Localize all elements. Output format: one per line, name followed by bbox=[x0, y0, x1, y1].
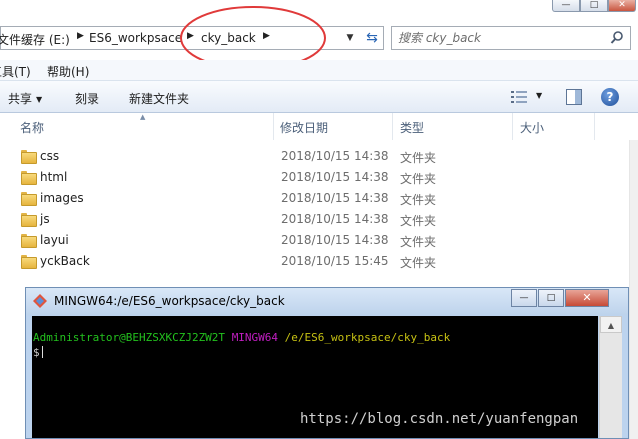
terminal-scrollbar[interactable]: ▲ bbox=[599, 316, 622, 438]
file-modified: 2018/10/15 14:38 bbox=[281, 191, 389, 205]
terminal-titlebar[interactable]: MINGW64:/e/ES6_workpsace/cky_back — □ ✕ bbox=[26, 288, 628, 315]
close-button[interactable]: ✕ bbox=[608, 0, 636, 12]
file-name: css bbox=[40, 149, 60, 163]
help-icon[interactable]: ? bbox=[601, 88, 619, 106]
column-header-type[interactable]: 类型 bbox=[400, 119, 424, 136]
sort-ascending-icon: ▲ bbox=[140, 113, 146, 121]
share-dropdown-icon: ▼ bbox=[36, 95, 43, 104]
preview-pane-icon[interactable] bbox=[566, 89, 582, 105]
input-line[interactable]: $ bbox=[33, 346, 43, 359]
address-history-dropdown-icon[interactable]: ▼ bbox=[341, 26, 359, 50]
terminal-minimize-button[interactable]: — bbox=[511, 289, 537, 307]
breadcrumb-separator-icon[interactable]: ▶ bbox=[77, 31, 84, 41]
explorer-scrollbar[interactable] bbox=[629, 140, 638, 439]
folder-icon bbox=[21, 192, 37, 206]
folder-icon bbox=[21, 213, 37, 227]
burn-button[interactable]: 刻录 bbox=[75, 90, 99, 107]
column-header-name[interactable]: 名称 bbox=[20, 119, 44, 136]
window-controls: — □ ✕ bbox=[552, 0, 636, 12]
file-type: 文件夹 bbox=[400, 172, 437, 186]
file-name: layui bbox=[40, 233, 69, 247]
file-name: yckBack bbox=[40, 254, 90, 268]
command-bar: 共享 ▼ 刻录 新建文件夹 ▼ ? bbox=[0, 80, 638, 113]
search-box[interactable] bbox=[391, 26, 631, 50]
breadcrumb-separator-icon[interactable]: ▶ bbox=[263, 31, 270, 41]
view-dropdown-icon[interactable]: ▼ bbox=[536, 91, 542, 100]
prompt-user: Administrator@BEHZSXKCZJ2ZW2T bbox=[33, 331, 226, 344]
column-header-modified[interactable]: 修改日期 bbox=[280, 119, 328, 136]
column-divider[interactable] bbox=[512, 113, 513, 140]
menu-help[interactable]: 帮助(H) bbox=[47, 63, 89, 80]
file-name: html bbox=[40, 170, 68, 184]
file-modified: 2018/10/15 15:45 bbox=[281, 254, 389, 268]
file-row[interactable]: html 2018/10/15 14:38 文件夹 bbox=[0, 167, 638, 188]
prompt-path: /e/ES6_workpsace/cky_back bbox=[284, 331, 451, 344]
file-row[interactable]: yckBack 2018/10/15 15:45 文件夹 bbox=[0, 251, 638, 272]
prompt-env: MINGW64 bbox=[231, 331, 279, 344]
file-type: 文件夹 bbox=[400, 256, 437, 270]
file-name: js bbox=[40, 212, 50, 226]
breadcrumb-separator-icon[interactable]: ▶ bbox=[187, 31, 194, 41]
new-folder-button[interactable]: 新建文件夹 bbox=[129, 90, 189, 107]
terminal-title: MINGW64:/e/ES6_workpsace/cky_back bbox=[54, 294, 285, 308]
input-prompt: $ bbox=[33, 346, 40, 359]
file-type: 文件夹 bbox=[400, 235, 437, 249]
watermark: https://blog.csdn.net/yuanfengpan bbox=[300, 411, 579, 427]
minimize-button[interactable]: — bbox=[552, 0, 580, 12]
refresh-icon[interactable]: ⇆ bbox=[361, 27, 383, 49]
breadcrumb-drive[interactable]: 文件缓存 (E:) bbox=[0, 31, 70, 48]
file-modified: 2018/10/15 14:38 bbox=[281, 149, 389, 163]
view-options-icon[interactable] bbox=[511, 90, 527, 104]
column-header-size[interactable]: 大小 bbox=[520, 119, 544, 136]
file-modified: 2018/10/15 14:38 bbox=[281, 233, 389, 247]
search-icon[interactable] bbox=[609, 30, 625, 46]
terminal-maximize-button[interactable]: □ bbox=[538, 289, 564, 307]
maximize-button[interactable]: □ bbox=[580, 0, 608, 12]
file-modified: 2018/10/15 14:38 bbox=[281, 170, 389, 184]
menu-tools[interactable]: 工具(T) bbox=[0, 63, 31, 80]
column-divider[interactable] bbox=[392, 113, 393, 140]
scroll-up-icon[interactable]: ▲ bbox=[600, 316, 622, 333]
git-bash-icon bbox=[33, 294, 47, 308]
file-row[interactable]: images 2018/10/15 14:38 文件夹 bbox=[0, 188, 638, 209]
menu-bar: 工具(T) 帮助(H) bbox=[0, 60, 638, 80]
folder-icon bbox=[21, 234, 37, 248]
prompt-line: Administrator@BEHZSXKCZJ2ZW2T MINGW64 /e… bbox=[33, 331, 450, 344]
address-bar[interactable]: 文件缓存 (E:) ▶ ES6_workpsace ▶ cky_back ▶ bbox=[0, 26, 384, 50]
terminal-close-button[interactable]: ✕ bbox=[565, 289, 609, 307]
folder-icon bbox=[21, 255, 37, 269]
breadcrumb-workspace[interactable]: ES6_workpsace bbox=[89, 31, 182, 45]
text-cursor bbox=[41, 346, 43, 358]
file-type: 文件夹 bbox=[400, 193, 437, 207]
file-modified: 2018/10/15 14:38 bbox=[281, 212, 389, 226]
column-divider[interactable] bbox=[273, 113, 274, 140]
breadcrumb-current-folder[interactable]: cky_back bbox=[201, 31, 256, 45]
column-divider[interactable] bbox=[594, 113, 595, 140]
file-row[interactable]: css 2018/10/15 14:38 文件夹 bbox=[0, 146, 638, 167]
file-type: 文件夹 bbox=[400, 214, 437, 228]
file-row[interactable]: js 2018/10/15 14:38 文件夹 bbox=[0, 209, 638, 230]
folder-icon bbox=[21, 150, 37, 164]
share-button[interactable]: 共享 ▼ bbox=[8, 90, 42, 107]
search-input[interactable] bbox=[398, 30, 603, 46]
file-name: images bbox=[40, 191, 84, 205]
folder-icon bbox=[21, 171, 37, 185]
share-label: 共享 bbox=[8, 92, 33, 106]
column-headers: ▲ 名称 修改日期 类型 大小 bbox=[0, 113, 638, 140]
file-row[interactable]: layui 2018/10/15 14:38 文件夹 bbox=[0, 230, 638, 251]
file-type: 文件夹 bbox=[400, 151, 437, 165]
